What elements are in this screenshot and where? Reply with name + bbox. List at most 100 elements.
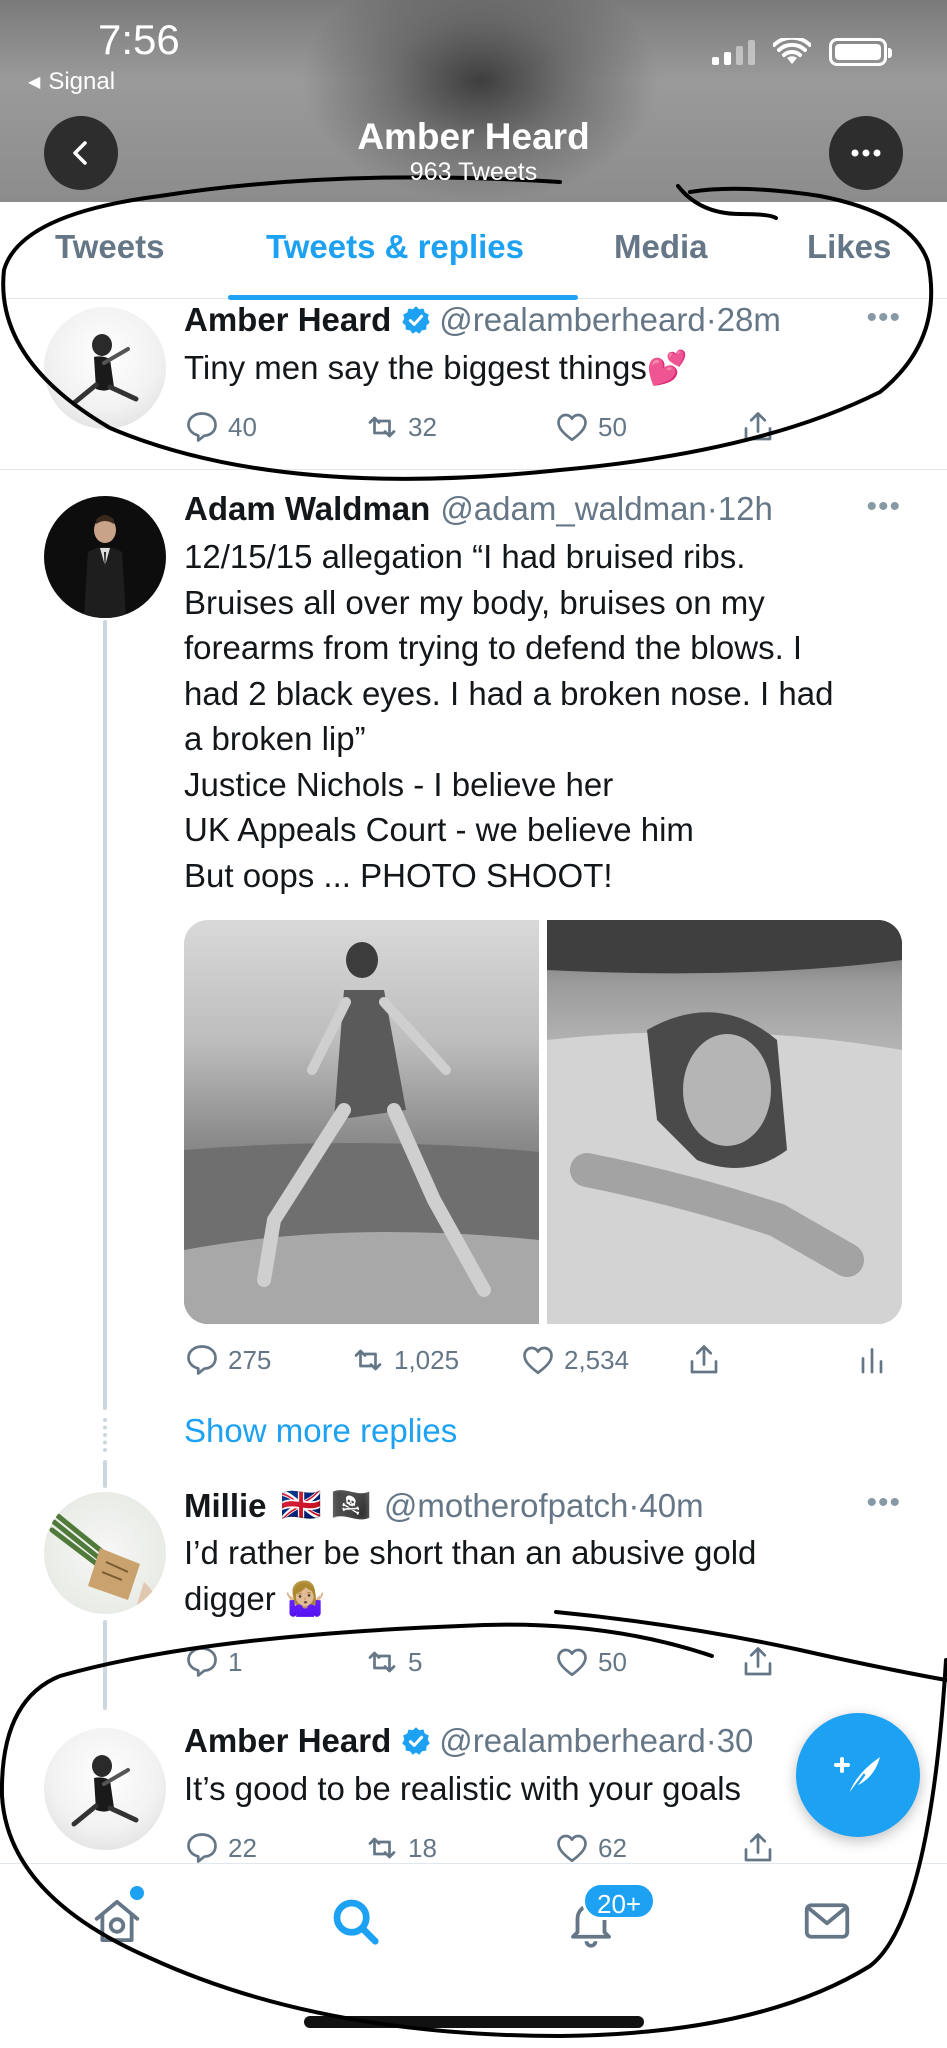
home-indicator[interactable] — [304, 2016, 644, 2028]
tweet-text-line: digger 🤷🏼‍♀️ — [184, 1579, 326, 1617]
tweet-text-line: Bruises all over my body, bruises on my — [184, 583, 765, 621]
share-icon — [744, 1647, 772, 1676]
author-handle[interactable]: @realamberheard — [439, 301, 705, 339]
tweet-actions: 1 5 50 — [184, 1644, 884, 1684]
reply-count: 22 — [228, 1832, 257, 1863]
tweet-time: 40m — [639, 1486, 704, 1524]
avatar[interactable] — [44, 1728, 166, 1850]
tweet-millie[interactable]: Millie 🇬🇧 🏴‍☠️ @motherofpatch · 40m ••• … — [0, 1484, 947, 1694]
tweet-media-grid[interactable] — [184, 920, 902, 1324]
avatar[interactable] — [44, 307, 166, 429]
retweet-button[interactable]: 5 — [364, 1644, 422, 1680]
retweet-count: 1,025 — [394, 1344, 460, 1375]
share-button[interactable] — [740, 409, 776, 445]
analytics-button[interactable] — [854, 1342, 890, 1378]
tweet-menu-button[interactable]: ••• — [866, 490, 901, 524]
like-button[interactable]: 50 — [554, 1644, 627, 1680]
reply-count: 275 — [228, 1344, 272, 1375]
profile-name: Amber Heard — [357, 116, 590, 157]
thread-gap-dots — [103, 1418, 107, 1452]
tweet-text-line: I’d rather be short than an abusive gold — [184, 1534, 757, 1571]
home-icon[interactable] — [90, 1894, 144, 1948]
author-name[interactable]: Amber Heard — [184, 1722, 391, 1760]
tweet-menu-button[interactable]: ••• — [866, 301, 901, 335]
more-horizontal-icon — [851, 149, 881, 157]
messages-mail-icon[interactable] — [800, 1894, 854, 1948]
compose-tweet-button[interactable] — [796, 1713, 920, 1837]
tab-media[interactable]: Media — [614, 228, 708, 266]
tweet-text: It’s good to be realistic with your goal… — [184, 1766, 741, 1812]
separator-dot: · — [628, 1486, 640, 1524]
avatar-figure — [71, 334, 139, 406]
like-count: 2,534 — [564, 1344, 630, 1375]
status-icons — [712, 38, 892, 66]
tweet-text-line: 12/15/15 allegation “I had bruised ribs. — [184, 538, 746, 575]
status-time: 7:56 — [98, 16, 180, 63]
tweet-text-line: It’s good to be realistic with your goal… — [184, 1770, 742, 1807]
author-handle[interactable]: @realamberheard — [439, 1722, 705, 1760]
retweet-button[interactable]: 32 — [364, 409, 437, 445]
tweet-menu-button[interactable]: ••• — [866, 1486, 901, 1520]
share-button[interactable] — [686, 1342, 722, 1378]
retweet-count: 32 — [408, 411, 437, 442]
like-button[interactable]: 2,534 — [520, 1342, 629, 1378]
author-handle[interactable]: @adam_waldman — [440, 490, 706, 528]
retweet-button[interactable]: 18 — [364, 1830, 437, 1863]
share-icon — [744, 1833, 772, 1862]
verified-badge-icon — [402, 1727, 430, 1755]
tab-tweets-and-replies[interactable]: Tweets & replies — [266, 228, 524, 266]
avatar[interactable] — [44, 1492, 166, 1614]
author-name[interactable]: Adam Waldman — [184, 490, 430, 528]
reply-count: 40 — [228, 411, 257, 442]
search-icon[interactable] — [328, 1894, 382, 1948]
avatar-figure — [71, 1755, 139, 1827]
tweet-text-line: UK Appeals Court - we believe him — [184, 811, 694, 848]
tweet-actions: 40 32 50 — [184, 409, 884, 449]
avatar-figure — [49, 1513, 162, 1614]
cellular-signal-icon — [712, 39, 755, 65]
author-handle[interactable]: @motherofpatch — [384, 1487, 628, 1525]
reply-count: 1 — [228, 1646, 243, 1677]
reply-button[interactable]: 1 — [184, 1644, 242, 1680]
verified-badge-icon — [402, 306, 430, 334]
photo-figure — [547, 920, 902, 1324]
avatar-figure — [84, 515, 126, 618]
more-options-button[interactable] — [829, 116, 903, 190]
reply-button[interactable]: 22 — [184, 1830, 257, 1863]
like-count: 50 — [598, 1646, 627, 1677]
flag-emojis: 🇬🇧 🏴‍☠️ — [280, 1486, 372, 1523]
share-button[interactable] — [740, 1830, 776, 1863]
tweet-time: 12h — [717, 490, 773, 527]
like-count: 50 — [598, 411, 627, 442]
avatar[interactable] — [44, 496, 166, 618]
author-name[interactable]: Amber Heard — [184, 301, 391, 339]
heart-icon — [557, 1834, 587, 1863]
reply-button[interactable]: 40 — [184, 409, 257, 445]
reply-icon — [187, 1345, 217, 1375]
reply-icon — [187, 412, 217, 442]
retweet-count: 5 — [408, 1646, 423, 1677]
tab-tweets[interactable]: Tweets — [55, 228, 164, 266]
tweet-text-line: had 2 black eyes. I had a broken nose. I… — [184, 674, 834, 712]
photo-lying-on-sand[interactable] — [547, 920, 902, 1324]
author-name[interactable]: Millie — [184, 1487, 267, 1525]
heart-icon — [557, 413, 587, 442]
tweet-time: 28m — [716, 301, 781, 338]
like-button[interactable]: 62 — [554, 1830, 627, 1863]
reply-button[interactable]: 275 — [184, 1342, 271, 1378]
tweet-actions: 275 1,025 2,534 — [184, 1342, 884, 1382]
wifi-icon — [773, 38, 811, 64]
show-more-replies-link[interactable]: Show more replies — [184, 1412, 457, 1450]
separator-dot: · — [706, 490, 718, 527]
retweet-button[interactable]: 1,025 — [350, 1342, 459, 1378]
share-button[interactable] — [740, 1644, 776, 1680]
photo-beach-dancing[interactable] — [184, 920, 539, 1324]
status-back-to-app[interactable]: ◀ Signal — [28, 68, 115, 96]
tweet-text: I’d rather be short than an abusive gold… — [184, 1530, 756, 1621]
tweet-amber-1[interactable]: Amber Heard @realamberheard · 28m ••• Ti… — [0, 299, 947, 469]
compose-feather-icon — [834, 1757, 880, 1801]
like-button[interactable]: 50 — [554, 409, 627, 445]
battery-icon — [829, 38, 892, 66]
retweet-count: 18 — [408, 1832, 437, 1863]
tab-likes[interactable]: Likes — [807, 228, 891, 266]
